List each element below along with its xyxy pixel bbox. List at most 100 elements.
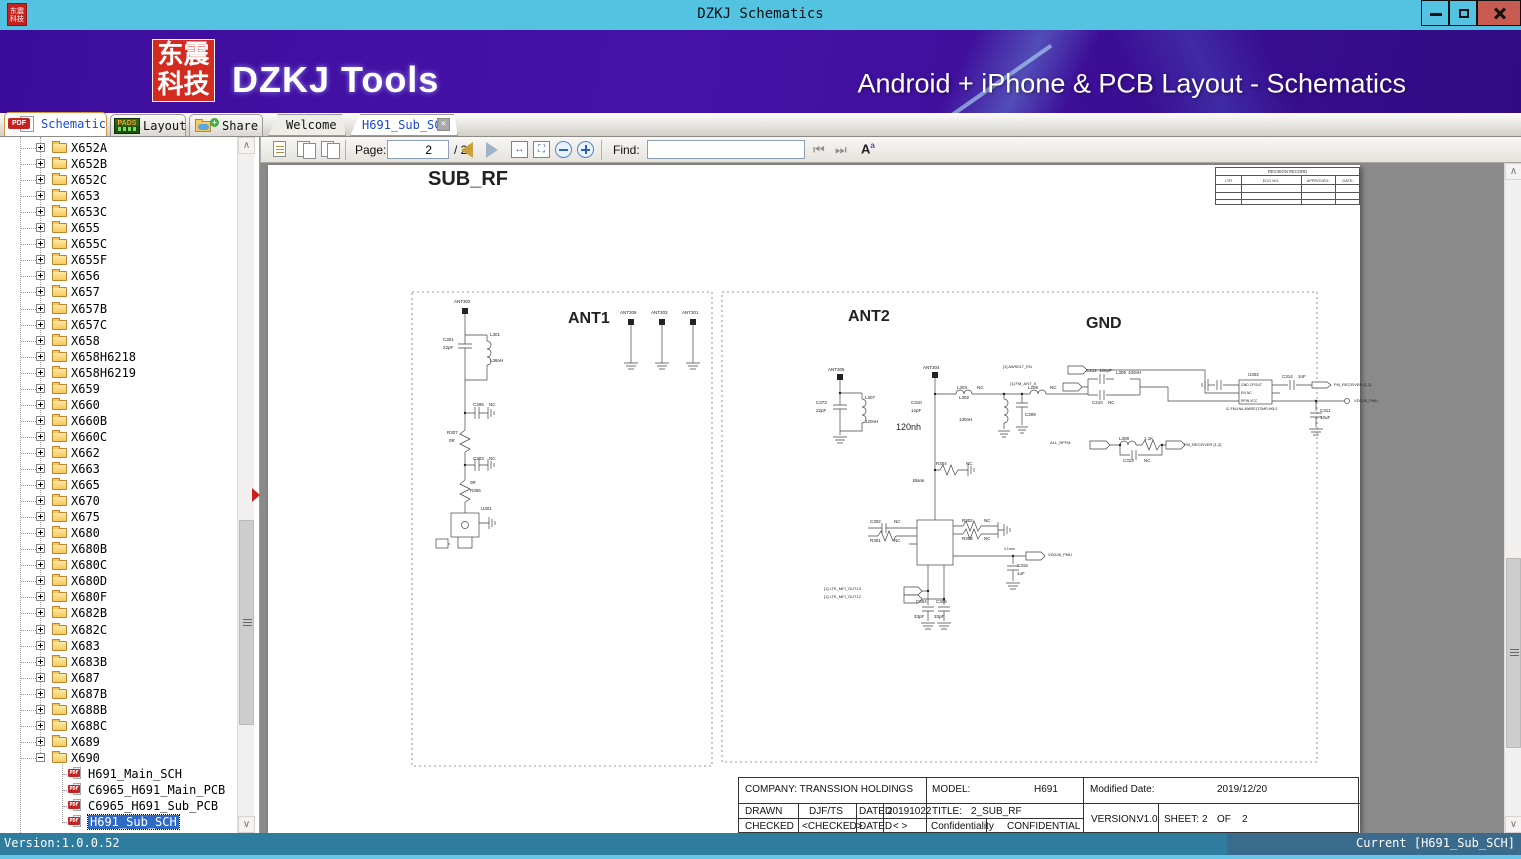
single-page-icon[interactable] [271, 140, 291, 160]
sidebar-scrollbar-thumb[interactable] [239, 520, 254, 725]
tree-folder-x683b[interactable]: X683B [0, 654, 237, 670]
scroll-down-icon[interactable]: ∨ [238, 816, 255, 833]
tab-layout[interactable]: PADS Layout [110, 114, 186, 136]
tree-folder-x687b[interactable]: X687B [0, 686, 237, 702]
document-scrollbar-thumb[interactable] [1506, 558, 1521, 748]
expand-icon[interactable] [36, 159, 45, 169]
expand-icon[interactable] [36, 480, 45, 490]
expand-icon[interactable] [36, 351, 45, 361]
tree-folder-x657c[interactable]: X657C [0, 317, 237, 333]
expand-icon[interactable] [36, 143, 45, 152]
tree-file-h691_main_sch[interactable]: PDF H691_Main_SCH [0, 766, 237, 782]
match-case-icon[interactable]: Aa [861, 141, 875, 156]
tree-folder-x680d[interactable]: X680D [0, 573, 237, 589]
tree-folder-x687[interactable]: X687 [0, 670, 237, 686]
tree-folder-x655f[interactable]: X655F [0, 252, 237, 268]
tree-folder-x655[interactable]: X655 [0, 220, 237, 236]
tree-file-c6965_h691_sub_pcb[interactable]: PDF C6965_H691_Sub_PCB [0, 798, 237, 814]
document-area[interactable]: SUB_RF ANT1 ANT2 GND 120nh ANT302 C301 22pF L301… [260, 163, 1504, 833]
expand-icon[interactable] [36, 399, 45, 409]
sidebar-collapse-icon[interactable] [252, 488, 260, 502]
find-previous-icon[interactable]: ⏮ [813, 142, 829, 157]
tree-folder-x653[interactable]: X653 [0, 188, 237, 204]
tree-folder-x660c[interactable]: X660C [0, 429, 237, 445]
scroll-up-icon[interactable]: ∧ [238, 137, 255, 154]
expand-icon[interactable] [36, 528, 45, 538]
tree-folder-x660b[interactable]: X660B [0, 413, 237, 429]
tree-folder-x658h6219[interactable]: X658H6219 [0, 365, 237, 381]
expand-icon[interactable] [36, 191, 45, 201]
tree-folder-x658h6218[interactable]: X658H6218 [0, 349, 237, 365]
tree-folder-x680[interactable]: X680 [0, 525, 237, 541]
expand-icon[interactable] [36, 656, 45, 666]
tree-folder-x657[interactable]: X657 [0, 284, 237, 300]
tree-folder-x663[interactable]: X663 [0, 461, 237, 477]
tree-folder-x652b[interactable]: X652B [0, 156, 237, 172]
expand-icon[interactable] [36, 720, 45, 730]
expand-icon[interactable] [36, 383, 45, 393]
tree-folder-x675[interactable]: X675 [0, 509, 237, 525]
tree-folder-x690[interactable]: X690 [0, 750, 237, 766]
expand-icon[interactable] [36, 431, 45, 441]
tree-folder-x652a[interactable]: X652A [0, 140, 237, 156]
tree-file-c6965_h691_main_pcb[interactable]: PDF C6965_H691_Main_PCB [0, 782, 237, 798]
expand-icon[interactable] [36, 576, 45, 586]
find-input[interactable] [647, 140, 805, 159]
doc-tab-h691-sub-sch[interactable]: H691_Sub_SCH ✕ [350, 114, 458, 136]
next-page-icon[interactable] [486, 142, 498, 158]
tree-folder-x683[interactable]: X683 [0, 638, 237, 654]
collapse-icon[interactable] [36, 752, 45, 762]
zoom-out-icon[interactable] [555, 141, 572, 158]
tree-folder-x656[interactable]: X656 [0, 268, 237, 284]
previous-page-icon[interactable] [461, 142, 473, 158]
expand-icon[interactable] [36, 672, 45, 682]
expand-icon[interactable] [36, 239, 45, 249]
tree-folder-x657b[interactable]: X657B [0, 301, 237, 317]
expand-icon[interactable] [36, 624, 45, 634]
expand-icon[interactable] [36, 512, 45, 522]
maximize-button[interactable] [1449, 0, 1477, 26]
tab-close-icon[interactable]: ✕ [437, 118, 450, 131]
expand-icon[interactable] [36, 207, 45, 217]
expand-icon[interactable] [36, 415, 45, 425]
continuous-pages-icon[interactable] [321, 140, 341, 160]
tree-folder-x680f[interactable]: X680F [0, 589, 237, 605]
expand-icon[interactable] [36, 464, 45, 473]
tree-folder-x682b[interactable]: X682B [0, 605, 237, 621]
tab-schematic[interactable]: PDF Schematic [4, 112, 107, 136]
tree-folder-x688c[interactable]: X688C [0, 718, 237, 734]
expand-icon[interactable] [36, 255, 45, 265]
expand-icon[interactable] [36, 271, 45, 281]
title-bar[interactable]: 东震 科技 DZKJ Schematics [0, 0, 1521, 30]
tree-folder-x659[interactable]: X659 [0, 381, 237, 397]
scroll-down-icon[interactable]: ∨ [1505, 816, 1521, 833]
close-button[interactable] [1477, 0, 1521, 26]
document-scrollbar[interactable]: ∧ ∨ [1504, 163, 1521, 833]
tree-folder-x689[interactable]: X689 [0, 734, 237, 750]
sidebar-scrollbar[interactable]: ∧ ∨ [237, 137, 255, 833]
fit-width-icon[interactable]: ↔ [511, 141, 528, 158]
tree-folder-x662[interactable]: X662 [0, 445, 237, 461]
expand-icon[interactable] [36, 303, 45, 313]
expand-icon[interactable] [36, 335, 45, 345]
doc-tab-welcome[interactable]: Welcome [268, 114, 346, 136]
expand-icon[interactable] [36, 592, 45, 602]
tree-folder-x655c[interactable]: X655C [0, 236, 237, 252]
expand-icon[interactable] [36, 608, 45, 618]
tree-folder-x665[interactable]: X665 [0, 477, 237, 493]
expand-icon[interactable] [36, 704, 45, 714]
tab-share[interactable]: + Share [189, 114, 263, 136]
page-number-input[interactable] [387, 140, 449, 159]
expand-icon[interactable] [36, 688, 45, 698]
expand-icon[interactable] [36, 367, 45, 377]
tree-folder-x670[interactable]: X670 [0, 493, 237, 509]
expand-icon[interactable] [36, 447, 45, 457]
zoom-in-icon[interactable] [577, 141, 594, 158]
scroll-up-icon[interactable]: ∧ [1505, 163, 1521, 180]
expand-icon[interactable] [36, 560, 45, 570]
tree-folder-x652c[interactable]: X652C [0, 172, 237, 188]
tree-folder-x660[interactable]: X660 [0, 397, 237, 413]
expand-icon[interactable] [36, 736, 45, 746]
expand-icon[interactable] [36, 640, 45, 650]
expand-icon[interactable] [36, 319, 45, 329]
